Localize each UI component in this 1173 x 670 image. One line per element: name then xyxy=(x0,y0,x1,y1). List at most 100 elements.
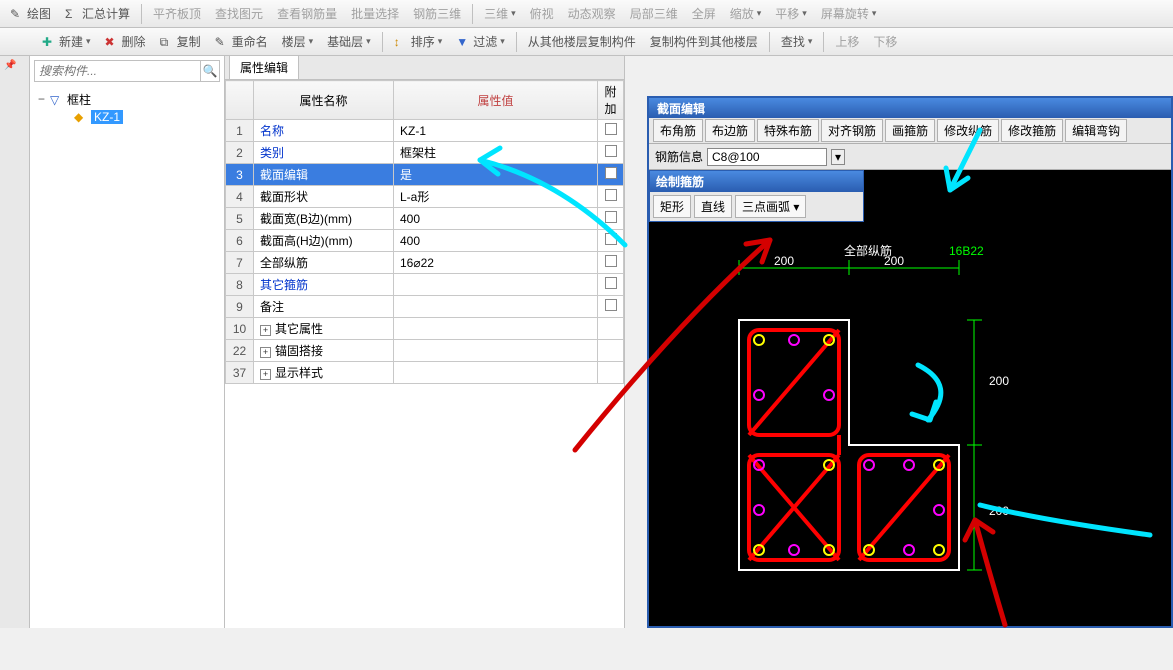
prop-row[interactable]: 8其它箍筋 xyxy=(226,274,624,296)
rebar-dot[interactable] xyxy=(904,545,914,555)
checkbox[interactable] xyxy=(605,299,617,311)
prop-row[interactable]: 1名称KZ-1 xyxy=(226,120,624,142)
floor-button[interactable]: 楼层 xyxy=(276,31,320,52)
prop-row[interactable]: 4截面形状L-a形 xyxy=(226,186,624,208)
copy-to-floor-button[interactable]: 复制构件到其他楼层 xyxy=(644,31,764,52)
prop-row[interactable]: 10+其它属性 xyxy=(226,318,624,340)
section-tool-button[interactable]: 布角筋 xyxy=(653,119,703,142)
prop-row[interactable]: 37+显示样式 xyxy=(226,362,624,384)
rebar-dot[interactable] xyxy=(754,335,764,345)
move-down-button[interactable]: 下移 xyxy=(867,31,903,52)
checkbox[interactable] xyxy=(605,255,617,267)
view3d-button[interactable]: 三维 xyxy=(478,3,522,24)
prop-name: 截面高(H边)(mm) xyxy=(254,230,394,252)
search-button[interactable]: 查找 xyxy=(775,31,819,52)
prop-extra xyxy=(598,142,624,164)
property-table: 属性名称 属性值 附加 1名称KZ-12类别框架柱3截面编辑是4截面形状L-a形… xyxy=(225,80,624,384)
rotate-button[interactable]: 屏幕旋转 xyxy=(815,3,883,24)
prop-value[interactable] xyxy=(394,318,598,340)
prop-value[interactable] xyxy=(394,340,598,362)
prop-value[interactable]: L-a形 xyxy=(394,186,598,208)
find-elem-button[interactable]: 查找图元 xyxy=(209,3,269,24)
tree-search-button[interactable]: 🔍 xyxy=(200,61,219,81)
checkbox[interactable] xyxy=(605,233,617,245)
section-canvas[interactable]: 200 200 200 200 全部纵筋 16B22 xyxy=(649,170,1169,670)
prop-value[interactable]: 400 xyxy=(394,230,598,252)
prop-value[interactable]: 400 xyxy=(394,208,598,230)
rebar-dot[interactable] xyxy=(864,460,874,470)
prop-extra xyxy=(598,274,624,296)
section-tool-button[interactable]: 修改箍筋 xyxy=(1001,119,1063,142)
copy-button[interactable]: ⧉复制 xyxy=(154,31,207,52)
dropdown-icon[interactable]: ▾ xyxy=(831,149,845,165)
checkbox[interactable] xyxy=(605,277,617,289)
tab-properties[interactable]: 属性编辑 xyxy=(229,55,299,79)
prop-row[interactable]: 5截面宽(B边)(mm)400 xyxy=(226,208,624,230)
prop-value[interactable] xyxy=(394,362,598,384)
tree-root[interactable]: − ▽ 框柱 xyxy=(36,90,218,109)
sort-icon: ↕ xyxy=(394,35,408,49)
sort-button[interactable]: ↕排序 xyxy=(388,31,449,52)
prop-row[interactable]: 2类别框架柱 xyxy=(226,142,624,164)
rebar-dot[interactable] xyxy=(934,545,944,555)
section-tool-button[interactable]: 修改纵筋 xyxy=(937,119,999,142)
rebar-dot[interactable] xyxy=(904,460,914,470)
filter-tree-icon: ▽ xyxy=(50,93,64,107)
prop-value[interactable]: 16⌀22 xyxy=(394,252,598,274)
sum-button[interactable]: Σ汇总计算 xyxy=(59,3,136,24)
section-tool-button[interactable]: 对齐钢筋 xyxy=(821,119,883,142)
align-button[interactable]: 平齐板顶 xyxy=(147,3,207,24)
prop-row[interactable]: 7全部纵筋16⌀22 xyxy=(226,252,624,274)
tree-search-input[interactable] xyxy=(35,61,200,81)
checkbox[interactable] xyxy=(605,189,617,201)
delete-button[interactable]: ✖删除 xyxy=(99,31,152,52)
checkbox[interactable] xyxy=(605,167,617,179)
rebar-dot[interactable] xyxy=(824,390,834,400)
batch-select-button[interactable]: 批量选择 xyxy=(345,3,405,24)
prop-value[interactable]: 框架柱 xyxy=(394,142,598,164)
prop-row[interactable]: 9备注 xyxy=(226,296,624,318)
rebar-3d-button[interactable]: 钢筋三维 xyxy=(407,3,467,24)
checkbox[interactable] xyxy=(605,123,617,135)
rebar-dot[interactable] xyxy=(934,505,944,515)
perspective-button[interactable]: 俯视 xyxy=(524,3,560,24)
prop-value[interactable]: KZ-1 xyxy=(394,120,598,142)
section-tool-button[interactable]: 画箍筋 xyxy=(885,119,935,142)
checkbox[interactable] xyxy=(605,211,617,223)
move-up-button[interactable]: 上移 xyxy=(829,31,865,52)
copy-from-floor-button[interactable]: 从其他楼层复制构件 xyxy=(522,31,642,52)
pin-icon[interactable]: 📌 xyxy=(0,56,29,75)
rename-button[interactable]: ✎重命名 xyxy=(209,31,274,52)
top-toolbar-1: ✎绘图 Σ汇总计算 平齐板顶 查找图元 查看钢筋量 批量选择 钢筋三维 三维 俯… xyxy=(0,0,1173,28)
tree-child[interactable]: ◆ KZ-1 xyxy=(36,109,218,125)
rebar-info-input[interactable] xyxy=(707,148,827,166)
prop-row[interactable]: 3截面编辑是 xyxy=(226,164,624,186)
prop-row[interactable]: 6截面高(H边)(mm)400 xyxy=(226,230,624,252)
dynamic-view-button[interactable]: 动态观察 xyxy=(562,3,622,24)
rebar-dot[interactable] xyxy=(754,390,764,400)
prop-row[interactable]: 22+锚固搭接 xyxy=(226,340,624,362)
collapse-icon[interactable]: − xyxy=(36,93,47,107)
prop-value[interactable] xyxy=(394,296,598,318)
section-tool-button[interactable]: 布边筋 xyxy=(705,119,755,142)
draw-button[interactable]: ✎绘图 xyxy=(4,3,57,24)
copy-icon: ⧉ xyxy=(160,35,174,49)
view-rebar-button[interactable]: 查看钢筋量 xyxy=(271,3,343,24)
local3d-button[interactable]: 局部三维 xyxy=(624,3,684,24)
fullscreen-button[interactable]: 全屏 xyxy=(686,3,722,24)
rebar-dot[interactable] xyxy=(789,335,799,345)
checkbox[interactable] xyxy=(605,145,617,157)
prop-value[interactable]: 是 xyxy=(394,164,598,186)
rebar-dot[interactable] xyxy=(754,505,764,515)
prop-name: 截面宽(B边)(mm) xyxy=(254,208,394,230)
prop-value[interactable] xyxy=(394,274,598,296)
rebar-dot[interactable] xyxy=(789,545,799,555)
filter-button[interactable]: ▼过滤 xyxy=(450,31,511,52)
pan-button[interactable]: 平移 xyxy=(769,3,813,24)
section-tool-button[interactable]: 编辑弯钩 xyxy=(1065,119,1127,142)
zoom-button[interactable]: 缩放 xyxy=(724,3,768,24)
left-gutter: 📌 xyxy=(0,56,30,628)
section-tool-button[interactable]: 特殊布筋 xyxy=(757,119,819,142)
basefloor-button[interactable]: 基础层 xyxy=(321,31,377,52)
new-button[interactable]: ✚新建 xyxy=(36,31,97,52)
